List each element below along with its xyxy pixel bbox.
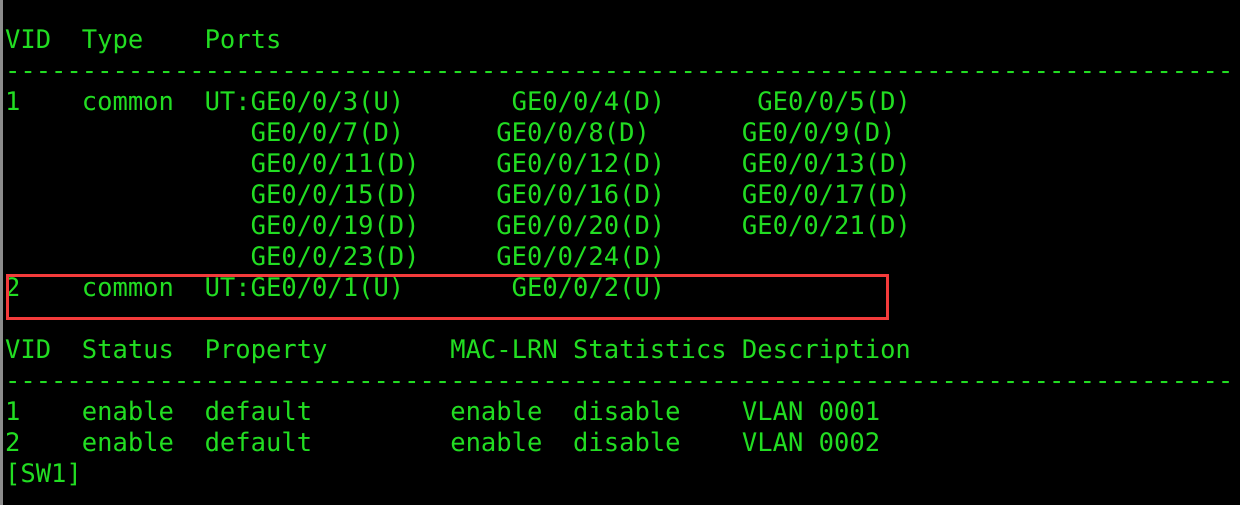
vlan-properties-row-vlan2: 2 enable default enable disable VLAN 000… — [5, 428, 881, 458]
vlan-properties-separator: ----------------------------------------… — [5, 366, 1234, 396]
vlan-ports-row-vlan1: 1 common UT:GE0/0/3(U) GE0/0/4(D) GE0/0/… — [5, 87, 911, 117]
vlan-ports-row-vlan2: 2 common UT:GE0/0/1(U) GE0/0/2(U) — [5, 273, 666, 303]
vlan-ports-header-row: VID Type Ports — [5, 25, 282, 55]
vlan-ports-row-vlan1-cont-5: GE0/0/23(D) GE0/0/24(D) — [5, 242, 666, 272]
terminal-window[interactable]: VID Type Ports -------------------------… — [0, 0, 1240, 505]
vlan-ports-row-vlan1-cont-4: GE0/0/19(D) GE0/0/20(D) GE0/0/21(D) — [5, 211, 911, 241]
vlan-ports-separator: ----------------------------------------… — [5, 56, 1234, 86]
vlan-ports-row-vlan1-cont-3: GE0/0/15(D) GE0/0/16(D) GE0/0/17(D) — [5, 180, 911, 210]
terminal-output: VID Type Ports -------------------------… — [3, 25, 1240, 490]
vlan-properties-row-vlan1: 1 enable default enable disable VLAN 000… — [5, 397, 881, 427]
vlan-ports-row-vlan1-cont-1: GE0/0/7(D) GE0/0/8(D) GE0/0/9(D) — [5, 118, 896, 148]
command-prompt[interactable]: [SW1] — [3, 459, 1240, 490]
vlan-properties-header-row: VID Status Property MAC-LRN Statistics D… — [5, 335, 911, 365]
vlan-ports-row-vlan1-cont-2: GE0/0/11(D) GE0/0/12(D) GE0/0/13(D) — [5, 149, 911, 179]
